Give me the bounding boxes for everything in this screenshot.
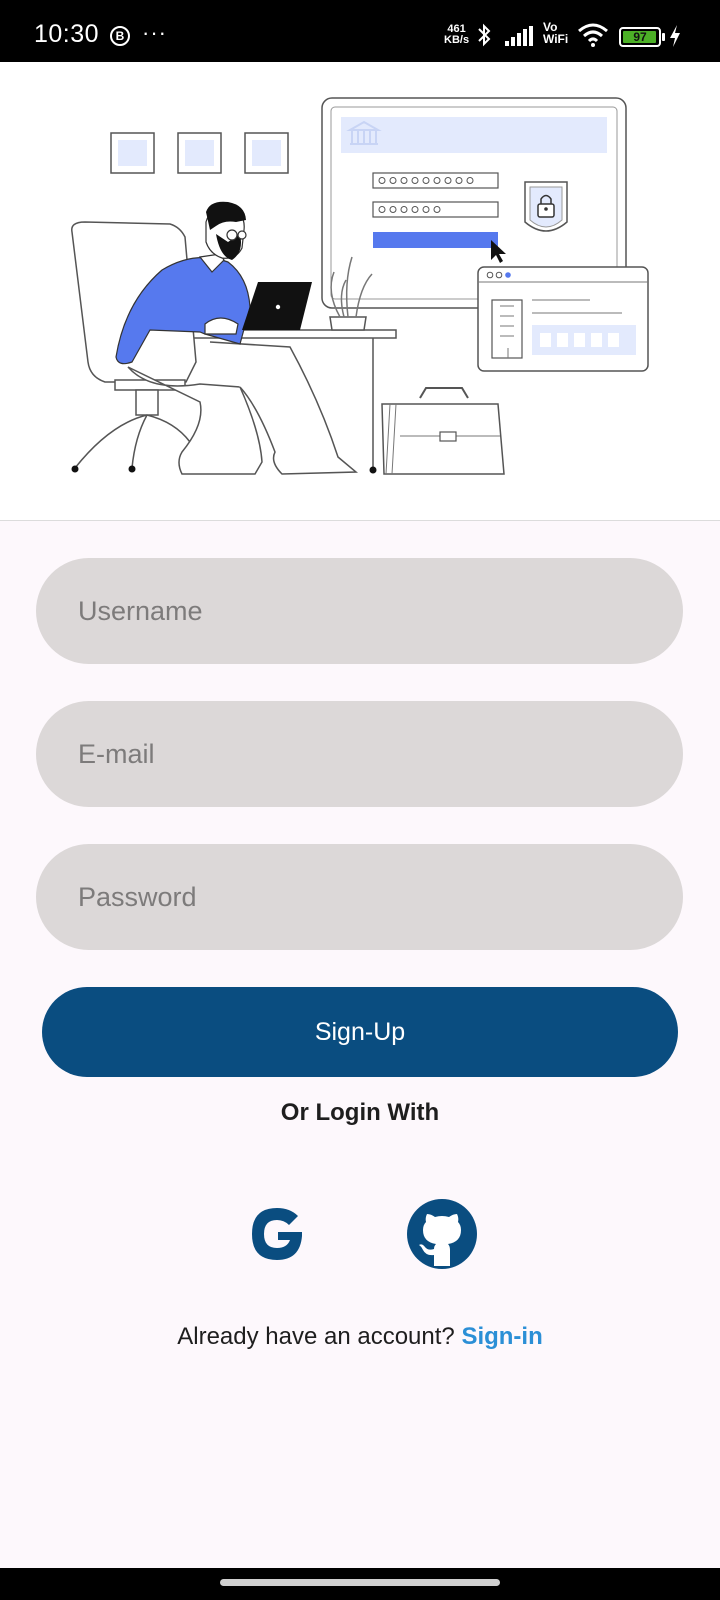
wifi-icon: [578, 23, 608, 47]
hero-illustration: [0, 62, 720, 521]
gesture-nav-bar: [0, 1568, 720, 1600]
signal-icon: [505, 26, 533, 46]
clock: 10:30: [34, 20, 100, 48]
battery-icon: 97: [619, 27, 661, 47]
github-icon: [407, 1199, 477, 1269]
email-input[interactable]: [36, 701, 683, 807]
more-notifications-icon: ···: [142, 20, 167, 45]
signup-illustration: [71, 97, 649, 475]
username-input[interactable]: [36, 558, 683, 664]
google-login-button[interactable]: [242, 1198, 314, 1270]
sign-up-button[interactable]: Sign-Up: [42, 987, 678, 1077]
or-login-with-label: Or Login With: [280, 1099, 440, 1126]
status-bar: 10:30 B ··· 461 KB/s Vo WiFi 97: [0, 0, 720, 62]
github-login-button[interactable]: [406, 1198, 478, 1270]
charging-icon: [670, 25, 680, 47]
home-handle[interactable]: [220, 1579, 500, 1586]
google-icon: [252, 1208, 302, 1260]
vowifi-indicator: Vo WiFi: [543, 20, 569, 46]
already-have-account: Already have an account? Sign-in: [0, 1323, 720, 1351]
network-speed: 461 KB/s: [444, 23, 470, 46]
already-account-text: Already have an account?: [177, 1323, 462, 1350]
battery-tip: [662, 33, 665, 41]
bluetooth-icon: [478, 23, 491, 47]
password-input[interactable]: [36, 844, 683, 950]
b-app-icon: B: [110, 26, 130, 46]
sign-in-link[interactable]: Sign-in: [461, 1323, 542, 1350]
